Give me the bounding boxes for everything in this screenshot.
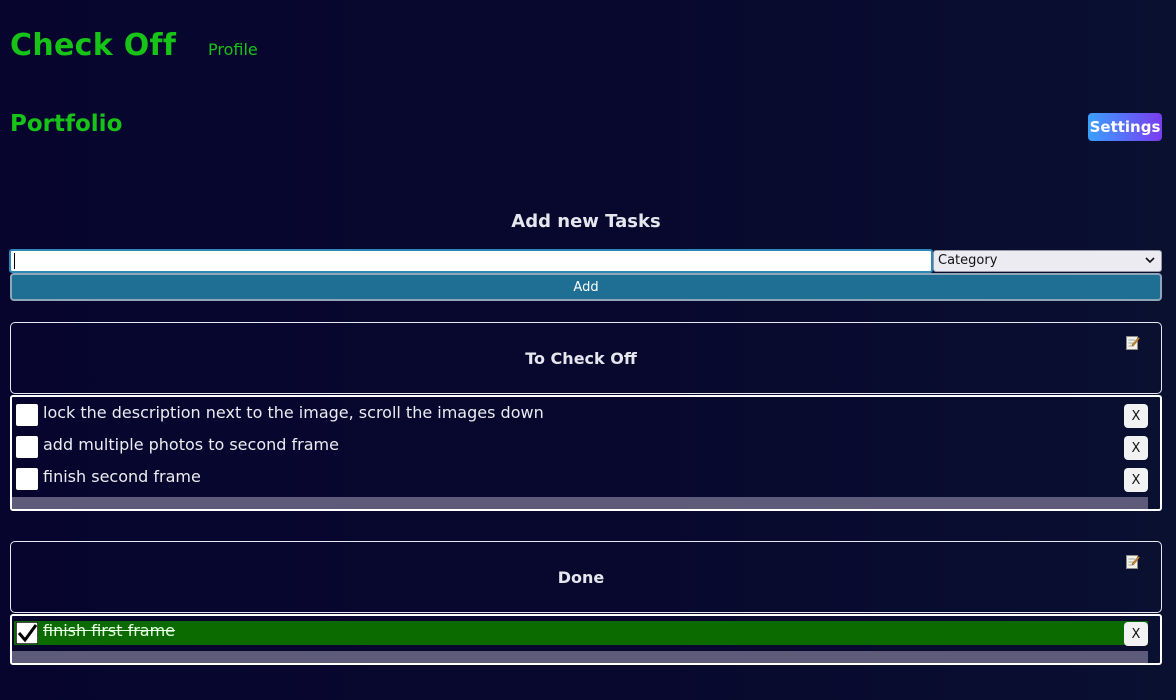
delete-task-button[interactable]: X	[1124, 436, 1148, 460]
delete-task-button[interactable]: X	[1124, 468, 1148, 492]
task-row: finish second frame X	[14, 467, 1148, 492]
todo-task-list: lock the description next to the image, …	[10, 395, 1162, 511]
edit-note-icon[interactable]	[1126, 335, 1140, 350]
horizontal-scrollbar[interactable]	[12, 651, 1148, 663]
todo-panel-header: To Check Off	[10, 322, 1162, 394]
done-task-list: finish first frame X	[10, 614, 1162, 665]
task-checkbox[interactable]	[16, 404, 38, 426]
task-text: lock the description next to the image, …	[43, 403, 544, 422]
done-panel-header: Done	[10, 541, 1162, 613]
delete-task-button[interactable]: X	[1124, 404, 1148, 428]
add-tasks-heading: Add new Tasks	[511, 211, 661, 232]
checkmark-icon	[16, 622, 38, 644]
category-selected-value: Category	[938, 253, 998, 268]
task-checkbox[interactable]	[16, 468, 38, 490]
task-text: finish first frame	[43, 621, 176, 640]
task-checkbox[interactable]	[16, 436, 38, 458]
task-row: lock the description next to the image, …	[14, 403, 1148, 428]
nav-profile-link[interactable]: Profile	[208, 40, 258, 59]
task-row-done: finish first frame X	[14, 621, 1148, 646]
section-title: Portfolio	[10, 111, 123, 137]
app-title: Check Off	[10, 28, 177, 63]
task-text: finish second frame	[43, 467, 201, 486]
task-input[interactable]	[9, 249, 933, 273]
task-checkbox-checked[interactable]	[16, 622, 38, 644]
category-select[interactable]: Category	[933, 250, 1162, 272]
text-caret	[14, 253, 15, 269]
done-panel-title: Done	[557, 568, 605, 587]
task-row: add multiple photos to second frame X	[14, 435, 1148, 460]
chevron-down-icon	[1145, 253, 1155, 271]
settings-button[interactable]: Settings	[1088, 113, 1162, 141]
task-text: add multiple photos to second frame	[43, 435, 339, 454]
horizontal-scrollbar[interactable]	[12, 497, 1148, 509]
add-task-button[interactable]: Add	[10, 273, 1162, 301]
delete-task-button[interactable]: X	[1124, 622, 1148, 646]
edit-note-icon[interactable]	[1126, 554, 1140, 569]
todo-panel-title: To Check Off	[525, 349, 637, 368]
